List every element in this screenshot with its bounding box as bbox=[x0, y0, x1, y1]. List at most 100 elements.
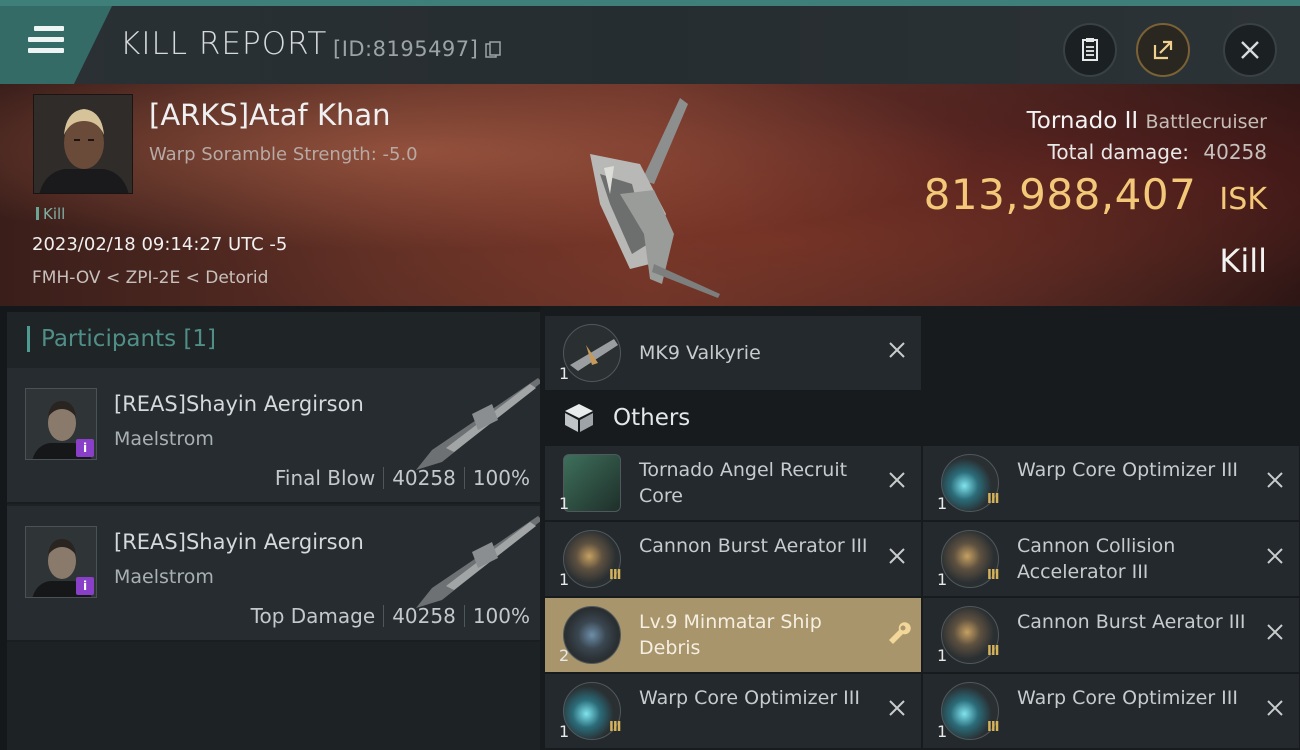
cube-icon bbox=[565, 404, 593, 432]
share-icon bbox=[1153, 40, 1173, 60]
isk-unit: ISK bbox=[1219, 182, 1267, 217]
info-badge[interactable]: i bbox=[76, 577, 94, 595]
list-item[interactable]: 1 III Warp Core Optimizer III bbox=[923, 446, 1299, 520]
close-icon[interactable] bbox=[1265, 546, 1285, 566]
info-badge[interactable]: i bbox=[76, 439, 94, 457]
clipboard-button[interactable] bbox=[1063, 23, 1117, 77]
meta-level: III bbox=[987, 492, 999, 507]
copy-icon[interactable] bbox=[485, 41, 501, 59]
item-name: Cannon Collision Accelerator III bbox=[1017, 535, 1176, 583]
attacker-stats: Top Damage 40258 100% bbox=[251, 604, 530, 628]
item-qty: 1 bbox=[559, 364, 570, 383]
list-item[interactable]: 1 Tornado Angel Recruit Core bbox=[545, 446, 921, 520]
attacker-ship: Maelstrom bbox=[114, 566, 214, 588]
item-name: Warp Core Optimizer III bbox=[1017, 687, 1238, 709]
list-item[interactable]: 1 III Cannon Burst Aerator III bbox=[923, 598, 1299, 672]
menu-button[interactable] bbox=[0, 6, 112, 84]
list-item[interactable]: 1 III Cannon Burst Aerator III bbox=[545, 522, 921, 596]
kill-location[interactable]: FMH-OV < ZPI-2E < Detorid bbox=[32, 268, 268, 288]
debris-icon bbox=[563, 606, 621, 664]
items-area: 1 MK9 Valkyrie Others 1 Tornado Angel Re… bbox=[540, 306, 1300, 750]
attacker-damage: 40258 bbox=[392, 604, 456, 628]
avatar[interactable]: i bbox=[25, 388, 97, 460]
attacker-ship: Maelstrom bbox=[114, 428, 214, 450]
close-icon bbox=[1241, 41, 1259, 59]
participants-header: Participants [1] bbox=[7, 312, 540, 368]
close-icon[interactable] bbox=[887, 470, 907, 490]
victim-ship-name: Tornado II bbox=[1026, 108, 1139, 134]
share-button[interactable] bbox=[1136, 23, 1190, 77]
top-bar: KILL REPORT [ID:8195497] bbox=[0, 0, 1300, 84]
item-name: Cannon Burst Aerator III bbox=[639, 535, 868, 557]
isk-amount: 813,988,407 bbox=[923, 170, 1197, 219]
meta-level: III bbox=[987, 644, 999, 659]
close-icon[interactable] bbox=[1265, 622, 1285, 642]
kill-datetime: 2023/02/18 09:14:27 UTC -5 bbox=[32, 234, 288, 255]
total-damage-label: Total damage: bbox=[1047, 140, 1190, 164]
close-icon[interactable] bbox=[1265, 470, 1285, 490]
attacker-damage: 40258 bbox=[392, 466, 456, 490]
participants-label: Participants [1] bbox=[41, 326, 216, 352]
drone-icon bbox=[563, 324, 621, 382]
attacker-row[interactable]: i [REAS]Shayin Aergirson Maelstrom Top D… bbox=[7, 506, 542, 642]
clipboard-icon bbox=[1082, 38, 1098, 61]
meta-level: III bbox=[987, 720, 999, 735]
menu-icon bbox=[28, 26, 64, 54]
item-name: Lv.9 Minmatar Ship Debris bbox=[639, 611, 822, 659]
attacker-role: Top Damage bbox=[250, 604, 376, 628]
isk-value: 813,988,407 ISK bbox=[924, 170, 1267, 219]
attacker-stats: Final Blow 40258 100% bbox=[275, 466, 530, 490]
item-qty: 1 bbox=[937, 570, 948, 589]
item-name: MK9 Valkyrie bbox=[639, 342, 761, 364]
list-item[interactable]: 1 III Warp Core Optimizer III bbox=[545, 674, 921, 748]
attacker-percent: 100% bbox=[472, 466, 530, 490]
victim-portrait[interactable] bbox=[33, 94, 133, 194]
meta-level: III bbox=[609, 720, 621, 735]
item-qty: 1 bbox=[559, 570, 570, 589]
page-title: KILL REPORT bbox=[120, 26, 328, 62]
kill-tag-label: Kill bbox=[43, 205, 66, 223]
drone-item[interactable]: 1 MK9 Valkyrie bbox=[545, 316, 921, 390]
avatar[interactable]: i bbox=[25, 526, 97, 598]
close-icon[interactable] bbox=[887, 546, 907, 566]
item-name: Cannon Burst Aerator III bbox=[1017, 611, 1246, 633]
close-icon[interactable] bbox=[887, 698, 907, 718]
attacker-name[interactable]: [REAS]Shayin Aergirson bbox=[114, 530, 364, 554]
wrench-icon[interactable] bbox=[885, 620, 911, 646]
item-name: Tornado Angel Recruit Core bbox=[639, 459, 848, 507]
close-button[interactable] bbox=[1223, 23, 1277, 77]
victim-subtitle: Warp Soramble Strength: -5.0 bbox=[149, 144, 418, 165]
core-icon bbox=[563, 454, 621, 512]
victim-ship-class: Battlecruiser bbox=[1145, 111, 1267, 133]
meta-level: III bbox=[987, 568, 999, 583]
result-label: Kill bbox=[1219, 242, 1267, 280]
total-damage: Total damage: 40258 bbox=[1048, 140, 1267, 164]
item-qty: 1 bbox=[559, 722, 570, 741]
victim-ship-image bbox=[590, 98, 720, 298]
victim-ship[interactable]: Tornado II Battlecruiser bbox=[1027, 108, 1267, 134]
attacker-name[interactable]: [REAS]Shayin Aergirson bbox=[114, 392, 364, 416]
victim-name[interactable]: [ARKS]Ataf Khan bbox=[149, 98, 391, 132]
attacker-row[interactable]: i [REAS]Shayin Aergirson Maelstrom Final… bbox=[7, 368, 542, 504]
list-item[interactable]: 1 III Cannon Collision Accelerator III bbox=[923, 522, 1299, 596]
others-label: Others bbox=[613, 405, 691, 431]
others-header: Others bbox=[540, 392, 1300, 444]
kill-tag: Kill bbox=[36, 205, 65, 223]
list-item-highlighted[interactable]: 2 Lv.9 Minmatar Ship Debris bbox=[545, 598, 921, 672]
attacker-ship-image bbox=[416, 516, 542, 608]
item-name: Warp Core Optimizer III bbox=[639, 687, 860, 709]
close-icon[interactable] bbox=[1265, 698, 1285, 718]
item-qty: 1 bbox=[559, 494, 570, 513]
participants-panel: Participants [1] i [REAS]Shayin Aergirso… bbox=[7, 312, 542, 750]
item-qty: 1 bbox=[937, 646, 948, 665]
item-qty: 1 bbox=[937, 494, 948, 513]
victim-banner: [ARKS]Ataf Khan Warp Soramble Strength: … bbox=[0, 84, 1300, 306]
close-icon[interactable] bbox=[887, 340, 907, 360]
attacker-role: Final Blow bbox=[274, 466, 376, 490]
total-damage-value: 40258 bbox=[1203, 140, 1267, 164]
list-item[interactable]: 1 III Warp Core Optimizer III bbox=[923, 674, 1299, 748]
item-qty: 2 bbox=[559, 646, 570, 665]
item-qty: 1 bbox=[937, 722, 948, 741]
attacker-percent: 100% bbox=[472, 604, 530, 628]
item-name: Warp Core Optimizer III bbox=[1017, 459, 1238, 481]
